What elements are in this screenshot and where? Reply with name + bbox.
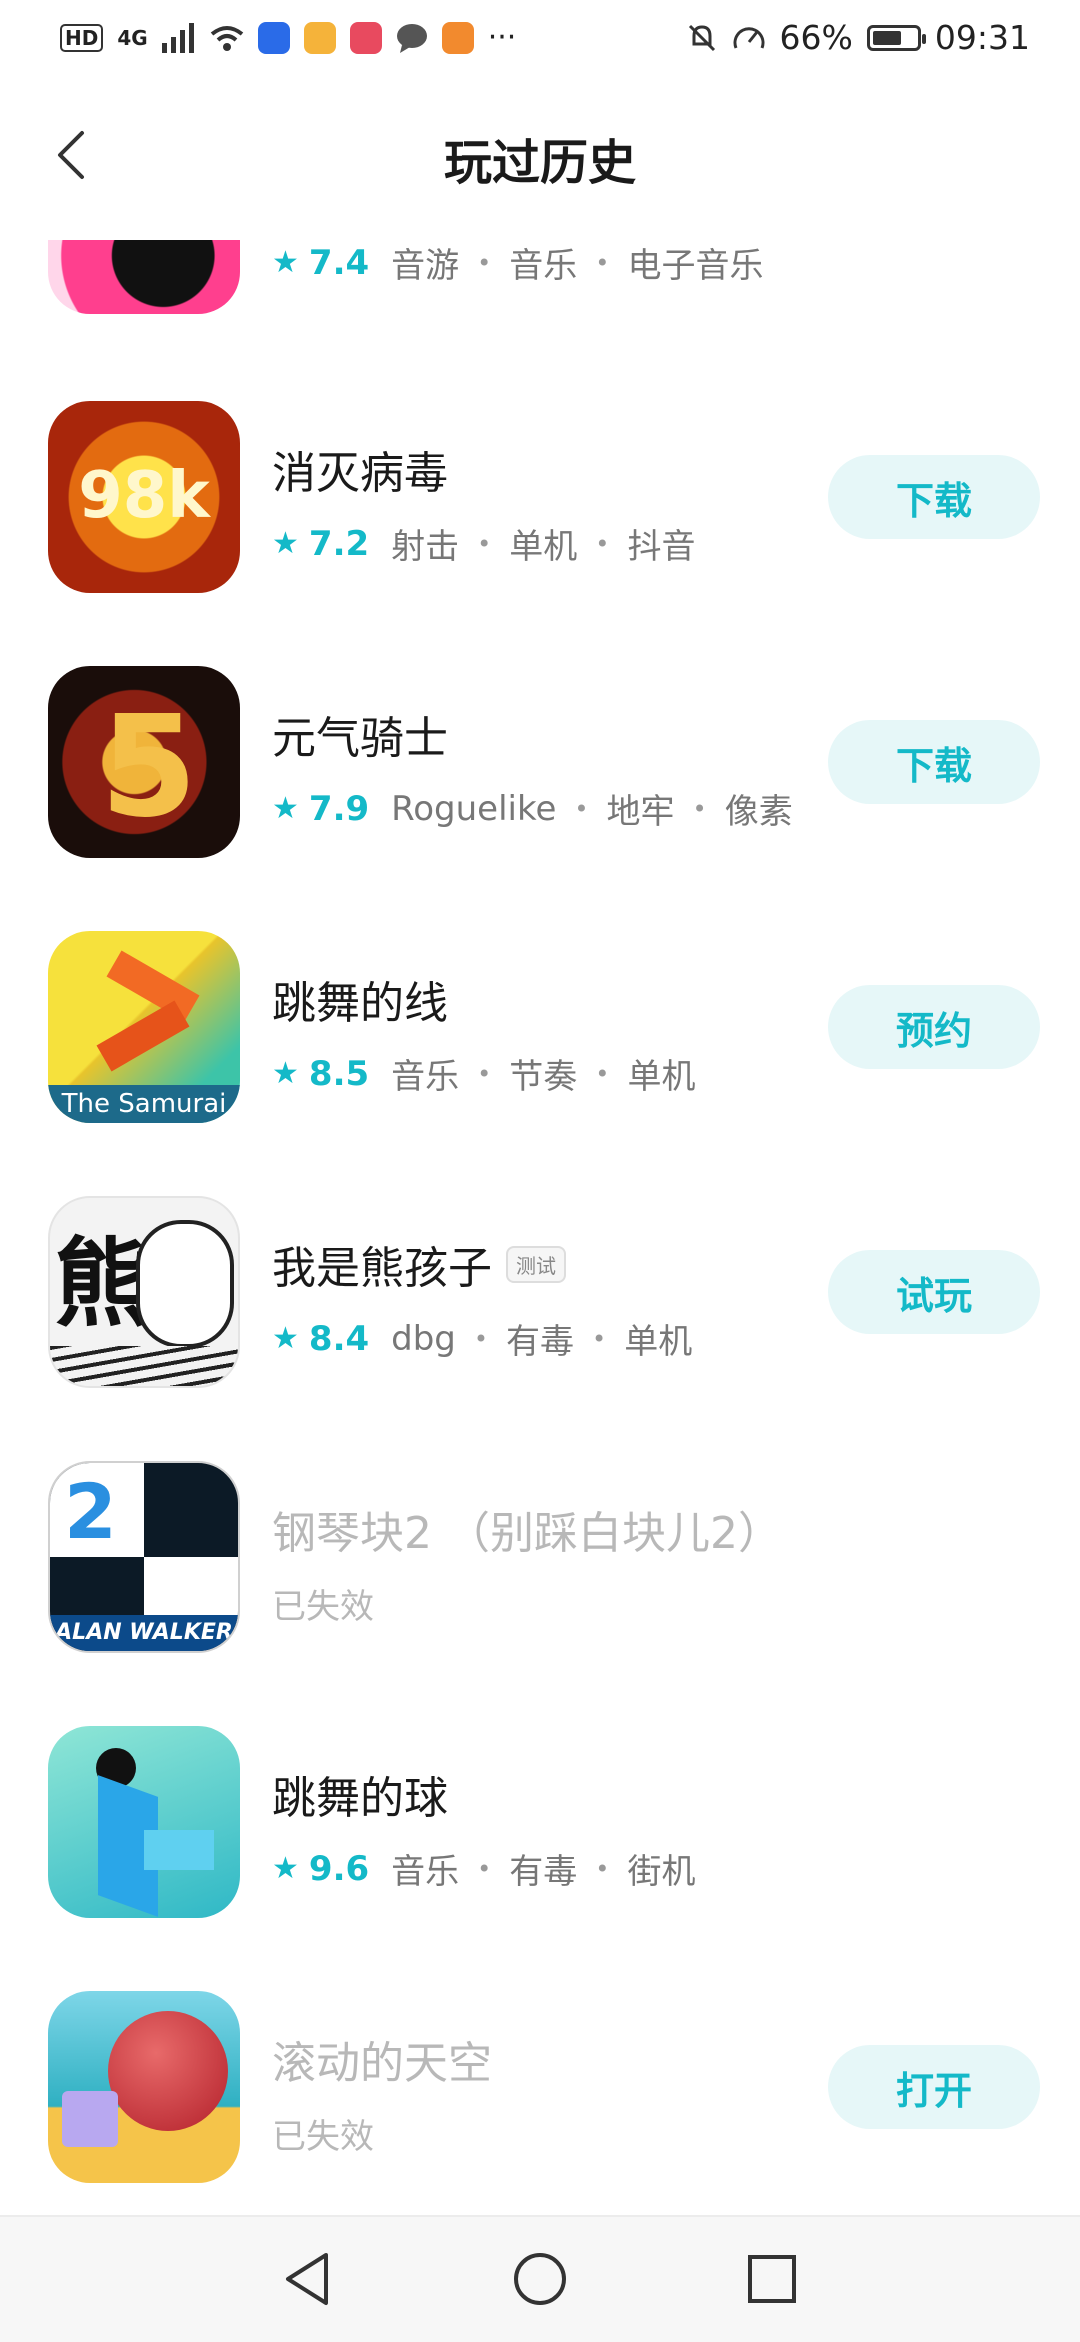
app-icon-rolling-sky — [48, 1991, 240, 2183]
tag: 街机 — [627, 1852, 696, 1892]
tag: 节奏 — [509, 1057, 578, 1097]
rating: 8.5 — [308, 1053, 370, 1094]
clock: 09:31 — [934, 18, 1030, 57]
tag: dbg — [391, 1318, 456, 1359]
separator: • — [574, 794, 589, 823]
app-notif-icon-2 — [303, 21, 336, 54]
separator: • — [473, 1324, 489, 1353]
app-meta: ★ 7.4 音游 • 音乐 • 电子音乐 — [272, 238, 1040, 287]
hd-icon: HD — [60, 23, 104, 52]
battery-icon — [866, 24, 926, 51]
list-item[interactable]: 5 元气骑士 ★ 7.9 Roguelike • 地牢 • 像素 下载 — [0, 666, 1080, 860]
star-icon: ★ — [272, 1851, 299, 1886]
star-icon: ★ — [272, 1056, 299, 1091]
star-icon: ★ — [272, 1321, 299, 1356]
try-play-button[interactable]: 试玩 — [828, 1250, 1040, 1334]
rating: 9.6 — [308, 1848, 370, 1889]
separator: • — [595, 529, 610, 558]
list-item[interactable]: 滚动的天空 已失效 打开 — [0, 1991, 1080, 2185]
app-notif-icon-1 — [257, 21, 290, 54]
tag: 抖音 — [627, 527, 696, 567]
tag: 有毒 — [509, 1852, 578, 1892]
list-item[interactable]: 2 ALAN WALKER 钢琴块2 （别踩白块儿2） 已失效 — [0, 1461, 1080, 1655]
app-icon-virus: 98k — [48, 401, 240, 593]
tag: 单机 — [509, 527, 578, 567]
tag: 电子音乐 — [627, 246, 764, 286]
tag: 音乐 — [509, 246, 578, 286]
app-icon-bear-kid: 熊 — [48, 1196, 240, 1388]
separator: • — [595, 1059, 610, 1088]
app-notif-icon-3 — [349, 21, 382, 54]
star-icon: ★ — [272, 245, 299, 280]
chat-icon — [396, 23, 427, 53]
status-bar: HD 4G ··· 66% 09:31 — [0, 0, 1080, 75]
mute-bell-icon — [688, 24, 715, 51]
icon-caption: ALAN WALKER — [50, 1615, 238, 1651]
tag: Roguelike — [391, 788, 557, 829]
nav-back-icon[interactable] — [276, 2247, 340, 2311]
app-icon-dancing-ball — [48, 1726, 240, 1918]
header: 玩过历史 — [0, 75, 1080, 240]
separator: • — [477, 529, 492, 558]
tag: 射击 — [391, 527, 460, 567]
icon-caption: The Samurai — [48, 1085, 240, 1123]
list-item[interactable]: 熊 我是熊孩子 测试 ★ 8.4 dbg • 有毒 • 单机 试玩 — [0, 1196, 1080, 1390]
list-item[interactable]: The Samurai 跳舞的线 ★ 8.5 音乐 • 节奏 • 单机 预约 — [0, 931, 1080, 1125]
separator: • — [692, 794, 707, 823]
app-name: 跳舞的球 — [272, 1773, 448, 1824]
tag: 音乐 — [391, 1057, 460, 1097]
signal-4g-icon: 4G — [117, 25, 148, 50]
speed-icon — [733, 26, 765, 49]
test-badge: 测试 — [506, 1245, 566, 1283]
signal-bars-icon — [161, 22, 194, 53]
tag: 有毒 — [506, 1322, 575, 1362]
nav-home-icon[interactable] — [508, 2247, 572, 2311]
app-icon-soul-knight: 5 — [48, 666, 240, 858]
wifi-icon — [210, 25, 243, 51]
download-button[interactable]: 下载 — [828, 720, 1040, 804]
app-icon-piano-tiles: 2 ALAN WALKER — [48, 1461, 240, 1653]
app-meta: ★ 9.6 音乐 • 有毒 • 街机 — [272, 1844, 1040, 1893]
tag: 单机 — [624, 1322, 693, 1362]
play-icon — [441, 21, 474, 54]
system-nav-bar — [0, 2215, 1080, 2342]
star-icon: ★ — [272, 791, 299, 826]
app-status: 已失效 — [272, 1587, 374, 1627]
tag: 音游 — [391, 246, 460, 286]
rating: 8.4 — [308, 1318, 370, 1359]
download-button[interactable]: 下载 — [828, 455, 1040, 539]
list-item[interactable]: ★ 7.4 音游• 音乐• 电子音乐 下载 — [0, 168, 1080, 412]
rating: 7.2 — [308, 523, 370, 564]
tag: 音乐 — [391, 1852, 460, 1892]
separator: • — [595, 248, 610, 277]
battery-percent: 66% — [779, 18, 853, 57]
tag: 地牢 — [606, 792, 675, 832]
separator: • — [477, 248, 492, 277]
app-name: 我是熊孩子 — [272, 1243, 492, 1294]
status-right: 66% 09:31 — [686, 18, 1030, 57]
separator: • — [477, 1854, 492, 1883]
rating: 7.4 — [308, 242, 370, 283]
more-icon: ··· — [487, 20, 517, 55]
list-item[interactable]: 98k 消灭病毒 ★ 7.2 射击 • 单机 • 抖音 下载 — [0, 401, 1080, 595]
rating: 7.9 — [308, 788, 370, 829]
page-title: 玩过历史 — [443, 135, 636, 191]
app-name: 钢琴块2 （别踩白块儿2） — [272, 1508, 782, 1559]
tag: 单机 — [627, 1057, 696, 1097]
status-left: HD 4G ··· — [60, 20, 516, 55]
separator: • — [595, 1854, 610, 1883]
star-icon: ★ — [272, 526, 299, 561]
separator: • — [592, 1324, 607, 1353]
reserve-button[interactable]: 预约 — [828, 985, 1040, 1069]
list-item[interactable]: 跳舞的球 ★ 9.6 音乐 • 有毒 • 街机 — [0, 1726, 1080, 1920]
nav-recents-icon[interactable] — [740, 2247, 804, 2311]
tag: 像素 — [724, 792, 793, 832]
app-icon-dancing-line: The Samurai — [48, 931, 240, 1123]
open-button[interactable]: 打开 — [828, 2045, 1040, 2129]
separator: • — [477, 1059, 492, 1088]
